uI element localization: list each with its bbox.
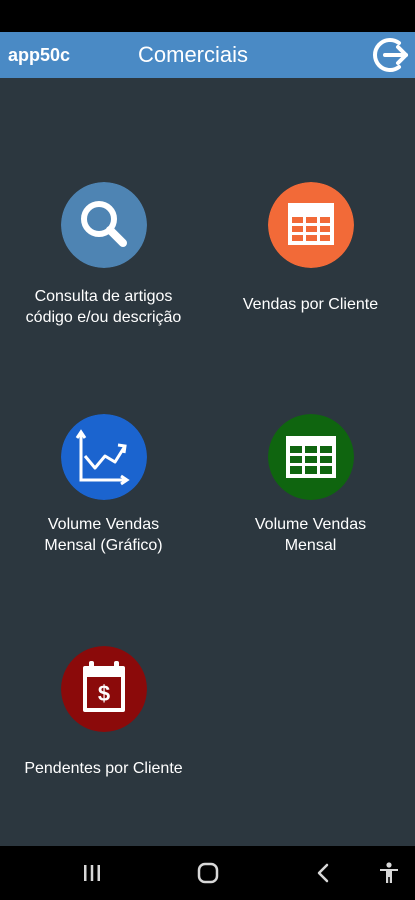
menu-item-label: Volume Vendas Mensal <box>254 516 367 554</box>
app-code: app50c <box>8 45 71 65</box>
menu-item-consulta-artigos[interactable]: Consulta de artigos código e/ou descriçã… <box>0 182 207 332</box>
menu-item-label: Consulta de artigos código e/ou descriçã… <box>25 288 182 326</box>
menu-item-label: Volume Vendas Mensal (Gráfico) <box>44 516 163 554</box>
recent-apps-icon <box>84 865 100 881</box>
menu-item-volume-grafico[interactable]: Volume Vendas Mensal (Gráfico) <box>0 414 207 559</box>
search-icon <box>61 182 147 268</box>
page-title: Comerciais <box>138 42 249 67</box>
search-icon-bg <box>61 182 147 268</box>
table-icon <box>268 182 354 268</box>
svg-text:$: $ <box>98 681 110 706</box>
menu-item-label: Pendentes por Cliente <box>24 760 183 777</box>
status-bar <box>0 0 415 32</box>
home-icon <box>197 862 219 884</box>
accessibility-icon <box>380 862 398 883</box>
menu-item-volume-mensal[interactable]: Volume Vendas Mensal <box>207 414 414 559</box>
home-button[interactable] <box>195 860 221 886</box>
menu-item-vendas-cliente[interactable]: Vendas por Cliente <box>207 182 414 332</box>
back-button[interactable] <box>311 860 337 886</box>
spreadsheet-icon <box>268 414 354 500</box>
recent-apps-button[interactable] <box>79 860 105 886</box>
accessibility-button[interactable] <box>376 860 402 886</box>
menu-item-pendentes-cliente[interactable]: $ Pendentes por Cliente <box>0 646 207 778</box>
line-chart-icon <box>61 414 147 500</box>
app-bar: app50c Comerciais <box>0 32 415 78</box>
back-icon <box>317 863 329 883</box>
logout-button[interactable] <box>372 35 412 75</box>
logout-arrow-icon <box>373 38 408 72</box>
menu-item-label: Vendas por Cliente <box>242 296 379 313</box>
app-screen: app50c Comerciais Consulta de artigos có… <box>0 0 415 900</box>
system-nav-bar <box>0 846 415 900</box>
calendar-dollar-icon: $ <box>61 646 147 732</box>
